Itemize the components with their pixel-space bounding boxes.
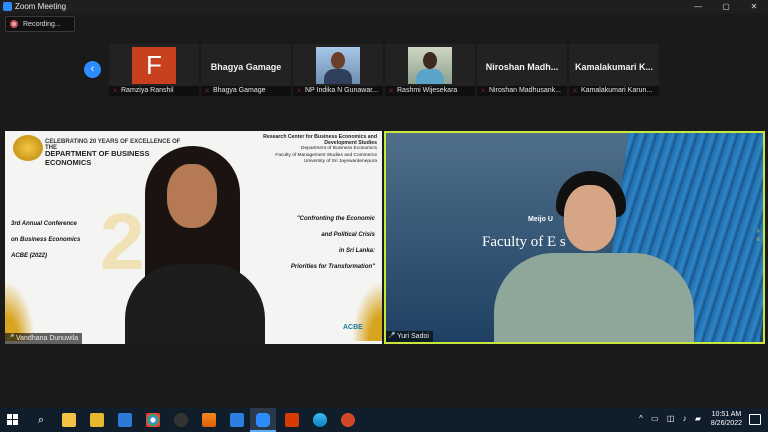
participant-name: NP Indika N Gunawar... <box>293 86 383 96</box>
participant-thumbnail[interactable]: F ✕ Ramziya Ranshil <box>109 44 199 96</box>
participant-name: Bhagya Gamage <box>201 86 291 96</box>
recording-label: Recording... <box>23 20 61 28</box>
conference-line: on Business Economics <box>11 237 81 243</box>
maximize-button[interactable]: ▢ <box>714 0 738 13</box>
conference-text: 3rd Annual Conference on Business Econom… <box>11 216 111 264</box>
participant-display-name: Bhagya Gamage <box>210 62 282 72</box>
recording-indicator[interactable]: Recording... <box>5 16 75 32</box>
edge-icon[interactable] <box>313 413 327 427</box>
zoom-logo-icon <box>3 2 12 11</box>
notifications-icon[interactable] <box>749 414 761 425</box>
participant-name: Ramziya Ranshil <box>109 86 199 96</box>
store-icon[interactable] <box>62 413 76 427</box>
window-titlebar: Zoom Meeting — ▢ ✕ <box>0 0 768 13</box>
conference-theme: "Confronting the Economic and Political … <box>273 211 382 275</box>
backdrop-sign-small: Meijo U <box>528 216 553 223</box>
theme-line: in Sri Lanka: <box>338 248 375 254</box>
thumbnail-prev-button[interactable]: ‹ <box>84 61 101 78</box>
conference-line: 3rd Annual Conference <box>11 221 77 227</box>
video-name-label: Vandhana Dunuwila <box>5 333 83 344</box>
speaker-body <box>494 253 694 342</box>
participant-display-name: Kamalakumari K... <box>574 62 654 72</box>
video-name-label: Yuri Sadoi <box>386 331 433 342</box>
speaker-video <box>120 146 270 344</box>
vlc-icon[interactable] <box>202 413 216 427</box>
zoom-icon[interactable] <box>256 413 270 427</box>
search-icon[interactable]: ⌕ <box>34 413 48 427</box>
conference-line: ACBE (2022) <box>11 253 48 259</box>
theme-line: "Confronting the Economic <box>296 216 375 222</box>
edge-text: F ... E <box>757 229 766 243</box>
participant-name: Rashmi Wijesekara <box>385 86 475 96</box>
file-explorer-icon[interactable] <box>90 413 104 427</box>
chrome-icon[interactable] <box>146 413 160 427</box>
system-tray-icons[interactable]: ^ ▭ ◫ ♪ ▰ <box>639 414 704 423</box>
window-title: Zoom Meeting <box>15 2 67 11</box>
research-center-title: Research Center for Business Economics a… <box>263 134 377 147</box>
theme-line: and Political Crisis <box>321 232 375 238</box>
participant-name: Kamalakumari Karun... <box>569 86 659 96</box>
main-video-left[interactable]: 20 CELEBRATING 20 YEARS OF EXCELLENCE OF… <box>5 131 382 344</box>
powerpoint-icon[interactable] <box>341 413 355 427</box>
participant-thumbnail[interactable]: Kamalakumari K... ✕ Kamalakumari Karun..… <box>569 44 659 96</box>
participant-photo <box>408 47 452 84</box>
participant-thumbnail[interactable]: ✕ Rashmi Wijesekara <box>385 44 475 96</box>
close-button[interactable]: ✕ <box>742 0 766 13</box>
avatar: F <box>132 47 176 84</box>
participant-thumbnail[interactable]: Niroshan Madh... ✕ Niroshan Madhusank... <box>477 44 567 96</box>
clock-time: 10:51 AM <box>711 411 742 418</box>
participant-display-name: Niroshan Madh... <box>485 62 559 72</box>
speaker-face <box>564 185 616 251</box>
participant-photo <box>316 47 360 84</box>
windows-start-icon[interactable] <box>7 414 19 426</box>
minimize-button[interactable]: — <box>686 0 710 13</box>
windows-taskbar: ⌕ ^ ▭ ◫ ♪ ▰ 10:51 AM 8/26/2022 <box>0 408 768 432</box>
theme-line: Priorities for Transformation" <box>290 264 375 270</box>
anniversary-badge-icon <box>13 135 43 161</box>
taskbar-clock[interactable]: 10:51 AM 8/26/2022 <box>711 410 742 428</box>
gold-decoration <box>5 281 35 341</box>
main-video-right-active-speaker[interactable]: Meijo U Faculty of E s Yuri Sadoi <box>384 131 765 344</box>
settings-icon[interactable] <box>230 413 244 427</box>
acbe-logo: ACBE <box>343 324 363 331</box>
app-icon[interactable] <box>174 413 188 427</box>
backdrop-sign-large: Faculty of E s <box>482 234 566 250</box>
office-icon[interactable] <box>285 413 299 427</box>
participant-name: Niroshan Madhusank... <box>477 86 567 96</box>
gold-decoration <box>352 281 382 341</box>
participant-thumbnail[interactable]: ✕ NP Indika N Gunawar... <box>293 44 383 96</box>
clock-date: 8/26/2022 <box>710 420 742 427</box>
mail-icon[interactable] <box>118 413 132 427</box>
recording-dot-icon <box>10 20 18 28</box>
participant-thumbnail[interactable]: Bhagya Gamage ✕ Bhagya Gamage <box>201 44 291 96</box>
